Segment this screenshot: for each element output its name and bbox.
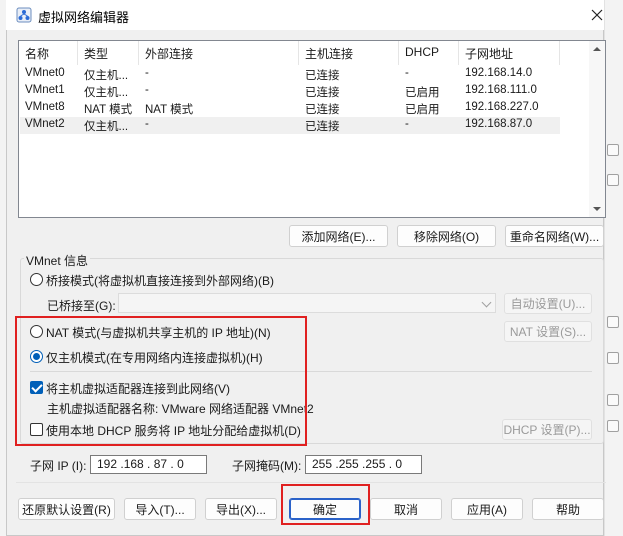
subnet-ip-input[interactable]: 192 .168 . 87 . 0 (90, 455, 207, 474)
window-title: 虚拟网络编辑器 (38, 10, 130, 25)
dhcp-settings-button[interactable]: DHCP 设置(P)... (502, 419, 592, 440)
chevron-down-icon (481, 297, 492, 308)
column-header-dhcp[interactable]: DHCP (405, 45, 439, 59)
list-header: 名称 类型 外部连接 主机连接 DHCP 子网地址 (19, 41, 605, 65)
close-icon (591, 9, 603, 21)
bridged-to-label: 已桥接至(G): (47, 299, 116, 313)
subnet-mask-label: 子网掩码(M): (232, 459, 302, 473)
import-button[interactable]: 导入(T)... (124, 498, 196, 520)
subnet-mask-input[interactable]: 255 .255 .255 . 0 (305, 455, 422, 474)
background-icon (607, 420, 619, 432)
scroll-down-icon[interactable] (593, 207, 601, 211)
cancel-button[interactable]: 取消 (370, 498, 442, 520)
bridge-mode-radio[interactable] (30, 273, 43, 286)
column-header-subnet[interactable]: 子网地址 (465, 45, 513, 62)
background-icon (607, 352, 619, 364)
scroll-up-icon[interactable] (593, 47, 601, 51)
restore-defaults-button[interactable]: 还原默认设置(R) (18, 498, 115, 520)
network-editor-icon (16, 7, 32, 23)
column-header-type[interactable]: 类型 (84, 45, 108, 62)
apply-button[interactable]: 应用(A) (451, 498, 523, 520)
background-icon (607, 316, 619, 328)
background-icon (607, 144, 619, 156)
network-list[interactable]: 名称 类型 外部连接 主机连接 DHCP 子网地址 VMnet0 仅主机... … (18, 40, 606, 218)
bridged-to-dropdown[interactable] (118, 293, 496, 313)
table-row-selected[interactable]: VMnet2 仅主机... - 已连接 - 192.168.87.0 (20, 117, 560, 134)
help-button[interactable]: 帮助 (532, 498, 604, 520)
add-network-button[interactable]: 添加网络(E)... (289, 225, 388, 247)
column-header-external[interactable]: 外部连接 (145, 45, 193, 62)
annotation-highlight-modes (15, 316, 307, 446)
subnet-ip-label: 子网 IP (I): (30, 459, 87, 473)
nat-settings-button[interactable]: NAT 设置(S)... (504, 321, 592, 342)
table-row[interactable]: VMnet0 仅主机... - 已连接 - 192.168.14.0 (20, 66, 560, 83)
column-header-name[interactable]: 名称 (25, 45, 49, 62)
export-button[interactable]: 导出(X)... (205, 498, 277, 520)
background-window-right (604, 0, 623, 536)
list-scrollbar[interactable] (589, 41, 605, 217)
vmnet-info-title: VMnet 信息 (24, 252, 91, 269)
auto-settings-button[interactable]: 自动设置(U)... (504, 293, 592, 314)
background-icon (607, 394, 619, 406)
annotation-highlight-ok (281, 484, 370, 525)
rename-network-button[interactable]: 重命名网络(W)... (505, 225, 604, 247)
table-row[interactable]: VMnet8 NAT 模式 NAT 模式 已连接 已启用 192.168.227… (20, 100, 560, 117)
close-button[interactable] (586, 4, 608, 26)
bridge-mode-label[interactable]: 桥接模式(将虚拟机直接连接到外部网络)(B) (46, 272, 274, 289)
background-icon (607, 174, 619, 186)
table-row[interactable]: VMnet1 仅主机... - 已连接 已启用 192.168.111.0 (20, 83, 560, 100)
remove-network-button[interactable]: 移除网络(O) (397, 225, 496, 247)
column-header-host[interactable]: 主机连接 (305, 45, 353, 62)
footer-divider (16, 482, 606, 483)
